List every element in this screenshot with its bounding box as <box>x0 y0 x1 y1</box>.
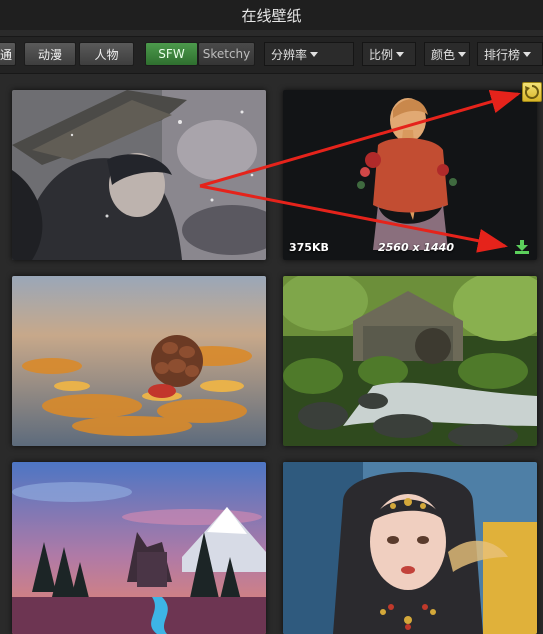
resolution-dropdown-label: 分辨率 <box>271 47 308 62</box>
color-dropdown-label: 颜色 <box>431 47 456 62</box>
category-people-button[interactable]: 人物 <box>79 42 134 66</box>
chevron-down-icon <box>310 51 319 57</box>
sort-dropdown-label: 排行榜 <box>484 47 521 62</box>
purity-sketchy-button[interactable]: Sketchy <box>198 42 255 66</box>
refresh-icon <box>524 85 539 99</box>
file-size-label: 375KB <box>289 241 329 254</box>
color-dropdown[interactable]: 颜色 <box>424 42 470 66</box>
sort-dropdown[interactable]: 排行榜 <box>477 42 543 66</box>
wallpaper-thumb-pinecone[interactable] <box>12 276 266 446</box>
wallpaper-thumb-castle[interactable] <box>12 462 266 634</box>
category-general-button[interactable]: 通 <box>0 42 16 66</box>
refresh-button[interactable] <box>522 82 542 102</box>
wallpaper-image <box>12 462 266 634</box>
wallpaper-grid: 375KB 2560 x 1440 <box>0 84 543 634</box>
wallpaper-image <box>283 90 537 260</box>
wallpaper-thumb-hat-girl[interactable] <box>12 90 266 260</box>
resolution-label: 2560 x 1440 <box>378 241 454 254</box>
filter-toolbar: 通 动漫 人物 SFW Sketchy 分辨率 比例 颜色 排行榜 <box>0 36 543 74</box>
window-title: 在线壁纸 <box>0 0 543 30</box>
chevron-down-icon <box>396 51 405 57</box>
ratio-dropdown[interactable]: 比例 <box>362 42 416 66</box>
wallpaper-thumb-fantasy-girl[interactable] <box>283 462 537 634</box>
download-icon[interactable] <box>515 240 529 254</box>
ratio-dropdown-label: 比例 <box>369 47 394 62</box>
chevron-down-icon <box>458 51 467 57</box>
resolution-dropdown[interactable]: 分辨率 <box>264 42 354 66</box>
category-anime-button[interactable]: 动漫 <box>24 42 76 66</box>
wallpaper-image <box>12 276 266 446</box>
wallpaper-thumb-forest-stream[interactable] <box>283 276 537 446</box>
wallpaper-thumb-braid-girl[interactable]: 375KB 2560 x 1440 <box>283 90 537 260</box>
wallpaper-image <box>283 276 537 446</box>
wallpaper-image <box>283 462 537 634</box>
wallpaper-image <box>12 90 266 260</box>
chevron-down-icon <box>523 51 532 57</box>
purity-sfw-button[interactable]: SFW <box>145 42 198 66</box>
